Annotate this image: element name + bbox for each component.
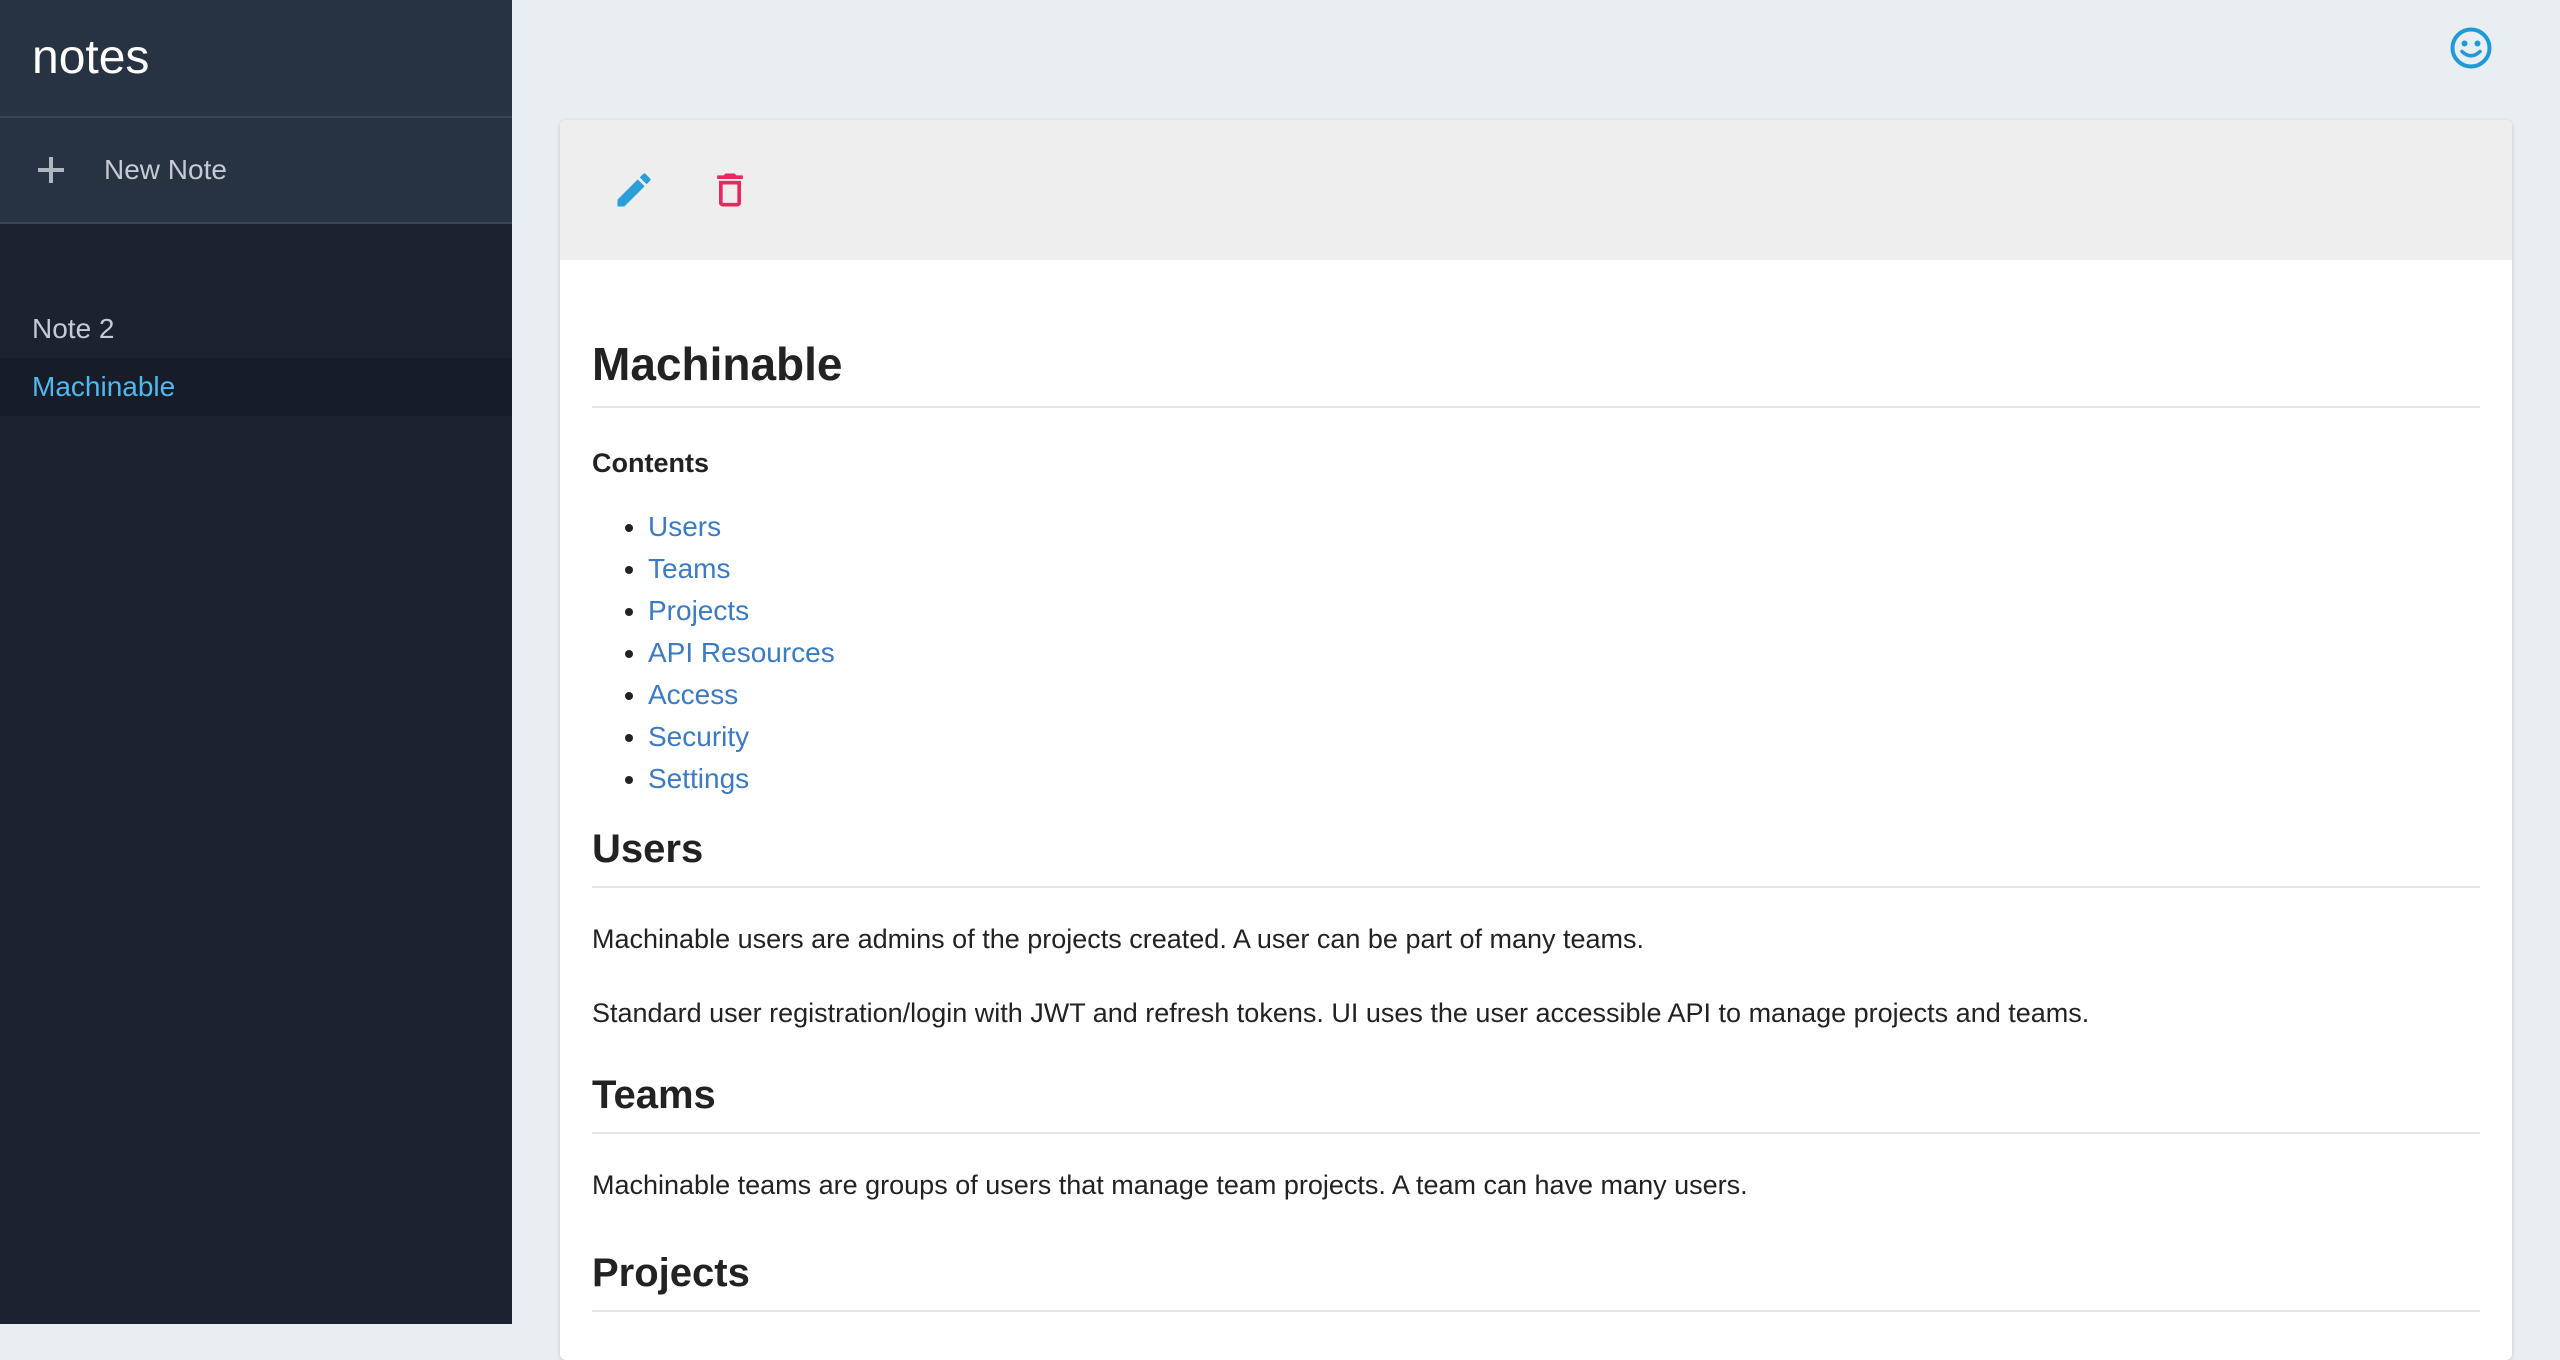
- toc-link-access[interactable]: Access: [648, 679, 738, 710]
- toc-item: Projects: [648, 590, 2480, 632]
- sidebar: notes New Note Note 2 Machinable: [0, 0, 512, 1324]
- section-heading-teams: Teams: [592, 1072, 2480, 1134]
- toc-item: Users: [648, 506, 2480, 548]
- contents-heading: Contents: [592, 448, 709, 478]
- trash-icon: [717, 173, 743, 207]
- note-title: Machinable: [592, 260, 2480, 408]
- note-toolbar: [560, 120, 2512, 260]
- toc-link-teams[interactable]: Teams: [648, 553, 730, 584]
- section-paragraph: Standard user registration/login with JW…: [592, 998, 2090, 1028]
- section-paragraph: Machinable users are admins of the proje…: [592, 924, 1645, 954]
- smiley-face-icon: [2450, 27, 2492, 69]
- app-title: notes: [32, 30, 150, 84]
- toc-link-api-resources[interactable]: API Resources: [648, 637, 835, 668]
- pencil-icon: [617, 173, 651, 207]
- toc-item: API Resources: [648, 632, 2480, 674]
- section-heading-projects: Projects: [592, 1250, 2480, 1312]
- toc-item: Access: [648, 674, 2480, 716]
- note-list-item-note-2[interactable]: Note 2: [0, 300, 512, 358]
- note-content: Machinable Contents Users Teams Projects…: [560, 260, 2512, 1312]
- toc-link-projects[interactable]: Projects: [648, 595, 749, 626]
- toc-item: Teams: [648, 548, 2480, 590]
- table-of-contents: Users Teams Projects API Resources Acces…: [592, 506, 2480, 800]
- toc-link-settings[interactable]: Settings: [648, 763, 749, 794]
- section-paragraph: Machinable teams are groups of users tha…: [592, 1170, 1748, 1200]
- toc-link-users[interactable]: Users: [648, 511, 721, 542]
- plus-icon: [34, 153, 68, 187]
- new-note-button[interactable]: New Note: [0, 118, 512, 224]
- note-list: Note 2 Machinable: [0, 300, 512, 416]
- toc-item: Security: [648, 716, 2480, 758]
- user-menu-button[interactable]: [2449, 26, 2493, 70]
- delete-button[interactable]: [702, 162, 758, 218]
- toc-item: Settings: [648, 758, 2480, 800]
- new-note-label: New Note: [104, 154, 227, 185]
- section-heading-users: Users: [592, 826, 2480, 888]
- sidebar-header: notes: [0, 0, 512, 118]
- edit-button[interactable]: [606, 162, 662, 218]
- note-card: Machinable Contents Users Teams Projects…: [560, 120, 2512, 1360]
- note-list-item-machinable[interactable]: Machinable: [0, 358, 512, 416]
- toc-link-security[interactable]: Security: [648, 721, 749, 752]
